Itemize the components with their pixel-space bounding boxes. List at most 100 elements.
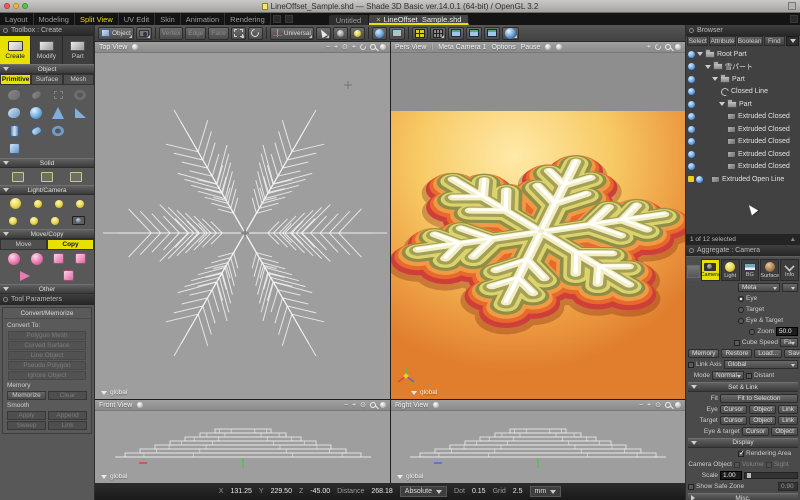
clear-button[interactable]: Clear [48, 391, 87, 400]
tree-row[interactable]: Root Part [686, 48, 800, 61]
link-axis-dropdown[interactable]: Global [724, 360, 798, 369]
safe-zone-input[interactable]: 0.90 [778, 482, 798, 491]
rendering-area-checkbox[interactable] [738, 451, 744, 457]
sun-light-icon[interactable] [10, 198, 21, 209]
tree-row[interactable]: Part [686, 98, 800, 111]
memory-button[interactable]: Memory [688, 349, 719, 358]
aggregate-tab-camera[interactable]: Camera [701, 259, 720, 281]
eye-target-cursor-button[interactable]: Cursor [742, 427, 770, 436]
scale-slider[interactable] [744, 472, 798, 479]
convert-line-object-button[interactable]: Line Object [8, 351, 85, 360]
edge-mode-button[interactable]: Edge [185, 27, 206, 40]
four-view-layout-button[interactable] [412, 27, 428, 40]
viewport-top[interactable]: Top View − + ⊙ + global [95, 42, 390, 399]
translate-tool-icon[interactable] [53, 253, 64, 264]
view-options-icon[interactable] [137, 402, 143, 408]
zoom-window-button[interactable] [22, 3, 28, 9]
tree-row[interactable]: Extruded Closed [686, 161, 800, 174]
marquee-select-button[interactable] [231, 27, 246, 40]
document-tab-untitled[interactable]: Untitled [329, 15, 369, 25]
eye-object-button[interactable]: Object [749, 405, 776, 414]
pers-options-menu[interactable]: Options [491, 44, 515, 51]
primitive-sphere-icon[interactable] [25, 105, 47, 120]
magnify-icon[interactable] [665, 402, 671, 408]
shading-wireframe-button[interactable] [448, 27, 464, 40]
visibility-ball-icon[interactable] [696, 176, 703, 183]
target-link-button[interactable]: Link [778, 416, 798, 425]
memorize-button[interactable]: Memorize [7, 391, 46, 400]
panel-collapse-icon[interactable] [3, 297, 8, 302]
camera-object-icon[interactable] [72, 216, 85, 225]
tree-row[interactable]: Extruded Closed [686, 111, 800, 124]
render-preview-button[interactable] [502, 27, 519, 40]
visibility-ball-icon[interactable] [688, 88, 695, 95]
eye-link-button[interactable]: Link [778, 405, 798, 414]
browser-tab-boolean[interactable]: Boolean [737, 36, 763, 46]
view-menu-icon[interactable] [675, 402, 681, 408]
render-settings-icon[interactable] [556, 44, 562, 50]
scale-tool-icon[interactable] [8, 253, 20, 265]
section-other[interactable]: Other [0, 284, 94, 294]
show-safe-zone-checkbox[interactable] [688, 484, 694, 490]
workspace-tab-option-button[interactable] [273, 15, 281, 23]
zoom-reset-icon[interactable]: ⊙ [342, 43, 348, 51]
panel-collapse-icon[interactable] [689, 28, 694, 33]
primitive-disabled-icon[interactable] [25, 87, 47, 102]
spot-light-icon[interactable] [55, 200, 63, 208]
meta-dropdown[interactable]: Meta [738, 283, 780, 292]
viewport-pers[interactable]: Pers View | Meta Camera 1 Options Pause … [391, 42, 685, 399]
view-menu-icon[interactable] [380, 44, 386, 50]
section-set-link[interactable]: Set & Link [688, 382, 798, 392]
grid-display-button[interactable] [430, 27, 446, 40]
visibility-ball-icon[interactable] [688, 126, 695, 133]
workspace-tab-rendering[interactable]: Rendering [225, 13, 271, 25]
pan-icon[interactable]: + [647, 44, 651, 51]
section-light-camera[interactable]: Light/Camera [0, 185, 94, 195]
target-object-button[interactable]: Object [749, 416, 776, 425]
save-button[interactable]: Save... [784, 349, 800, 358]
visibility-ball-icon[interactable] [688, 63, 695, 70]
front-view-title[interactable]: Front View [99, 402, 132, 409]
mode-create-button[interactable]: Create [0, 36, 31, 64]
primitive-disabled-icon[interactable] [69, 87, 91, 102]
workspace-tab-option-button[interactable] [285, 15, 293, 23]
visibility-ball-icon[interactable] [688, 51, 695, 58]
workspace-tab-uv-edit[interactable]: UV Edit [119, 13, 155, 25]
browser-tab-find[interactable]: Find [764, 36, 785, 46]
cube-speed-dropdown[interactable]: Fa [780, 338, 798, 347]
sphere-display-button[interactable] [333, 27, 348, 40]
section-display[interactable]: Display [688, 438, 798, 448]
visibility-ball-icon[interactable] [688, 163, 695, 170]
tab-surface[interactable]: Surface [31, 74, 62, 85]
eye-radio[interactable] [738, 296, 744, 302]
workspace-tab-split-view[interactable]: Split View [75, 13, 119, 25]
viewport-front[interactable]: Front View − + ⊙ global [95, 400, 390, 483]
link-axis-checkbox[interactable] [688, 362, 694, 368]
fit-to-selection-button[interactable]: Fit to Selection [720, 394, 798, 403]
zoom-out-icon[interactable]: − [344, 402, 348, 409]
aggregate-tab-bg[interactable]: BG [741, 259, 760, 281]
viewport-right[interactable]: Right View − + ⊙ global [391, 400, 685, 483]
toolbox-header[interactable]: Toolbox : Create [0, 25, 94, 36]
primitive-disabled-icon[interactable] [3, 87, 25, 102]
sight-checkbox[interactable] [766, 462, 772, 468]
pointer-tool-button[interactable] [316, 27, 331, 40]
light-display-button[interactable] [350, 27, 365, 40]
face-mode-button[interactable]: Face [208, 27, 228, 40]
eye-and-target-radio[interactable] [738, 318, 744, 324]
workspace-tab-layout[interactable]: Layout [0, 13, 34, 25]
world-coordinates-button[interactable] [372, 27, 387, 40]
scale-input[interactable]: 1.00 [720, 471, 742, 480]
mode-modify-button[interactable]: Modify [31, 36, 62, 64]
magnify-icon[interactable] [370, 402, 376, 408]
primitive-roundcube-icon[interactable] [3, 105, 25, 120]
zoom-in-icon[interactable]: + [352, 402, 356, 409]
tree-row[interactable]: Extruded Closed [686, 136, 800, 149]
convert-pseudo-polygon-button[interactable]: Pseudo Polygon [8, 361, 85, 370]
refresh-icon[interactable] [545, 44, 551, 50]
target-cursor-button[interactable]: Cursor [720, 416, 748, 425]
tree-row[interactable]: Extruded Open Line [686, 173, 800, 186]
tree-row[interactable]: Extruded Closed [686, 123, 800, 136]
ambient-light-icon[interactable] [30, 217, 38, 225]
eye-cursor-button[interactable]: Cursor [720, 405, 748, 414]
